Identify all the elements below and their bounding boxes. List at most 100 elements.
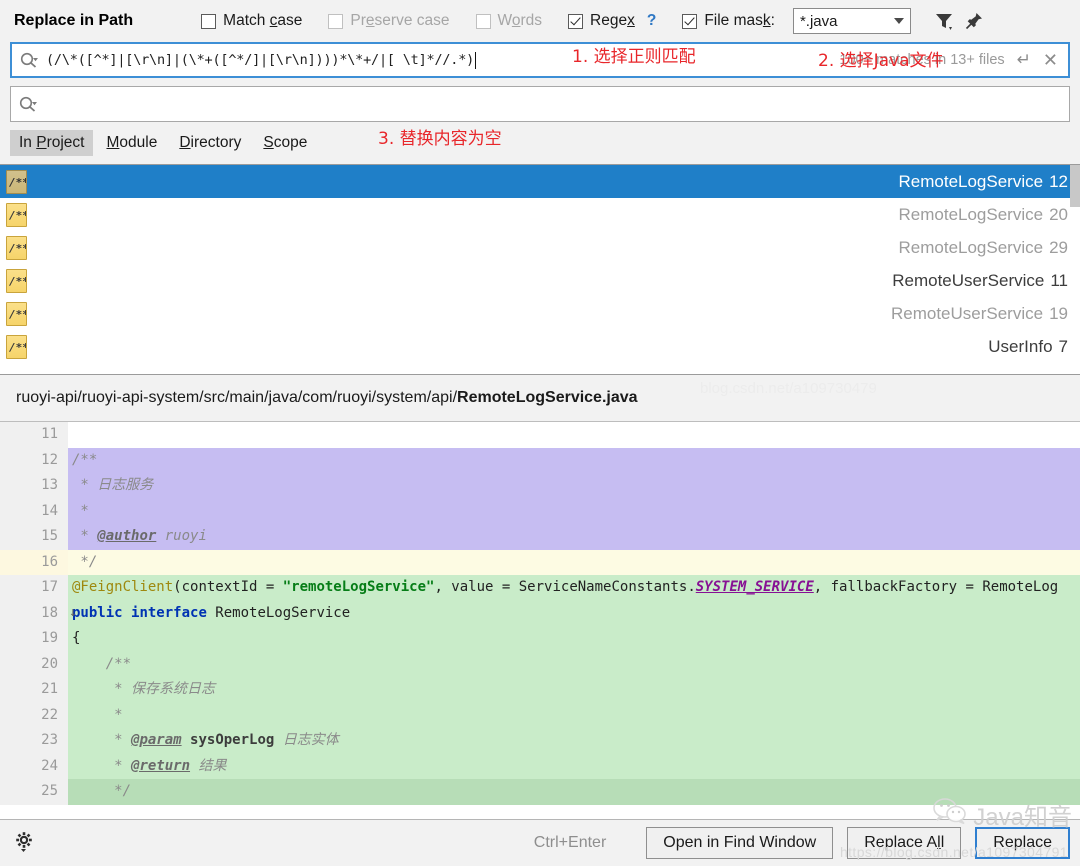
implemented-arrow-icon: ↓ xyxy=(69,604,77,620)
result-row[interactable]: /** RemoteLogService 29 xyxy=(0,231,1080,264)
match-count-label: 100+ matches in 13+ files xyxy=(839,52,1005,68)
field-spacer xyxy=(0,78,1080,86)
code-token: * xyxy=(72,528,98,544)
code-text: * 日志服务 xyxy=(68,473,1080,499)
tab-in-project[interactable]: In Project xyxy=(10,130,94,156)
result-file-name: RemoteUserService xyxy=(892,270,1045,290)
file-mask-select[interactable]: *.java xyxy=(792,8,911,34)
replace-in-path-dialog: Replace in Path Match case Preserve case… xyxy=(0,0,1080,866)
file-mask-value: *.java xyxy=(799,12,838,30)
open-in-find-window-button[interactable]: Open in Find Window xyxy=(646,827,834,859)
text-caret xyxy=(475,51,477,69)
regex-help-icon[interactable]: ? xyxy=(647,12,656,30)
search-input-value: (/\*([^*]|[\r\n]|(\*+([^*/]|[\r\n])))*\*… xyxy=(46,52,475,68)
result-row[interactable]: /** RemoteUserService 19 xyxy=(0,297,1080,330)
words-checkbox xyxy=(475,13,491,29)
search-icon[interactable] xyxy=(11,87,45,121)
result-row-meta: RemoteUserService 19 xyxy=(891,304,1072,324)
result-row-meta: RemoteUserService 11 xyxy=(892,271,1072,291)
result-row[interactable]: /** RemoteLogService 12 xyxy=(0,165,1080,198)
file-mask-checkbox[interactable] xyxy=(682,13,698,29)
code-preview[interactable]: 11 12/** 13 * 日志服务 14 * 15 * @author ruoyi 16… xyxy=(0,421,1080,819)
code-token: SYSTEM_SERVICE xyxy=(695,579,814,595)
preview-file-path: ruoyi-api/ruoyi-api-system/src/main/java… xyxy=(0,375,1080,421)
chevron-down-icon xyxy=(893,18,904,24)
line-number: 18 xyxy=(0,600,68,626)
code-text: { xyxy=(68,626,1080,652)
code-text: * @author ruoyi xyxy=(68,524,1080,550)
code-token: * xyxy=(72,502,89,519)
line-number: 23 xyxy=(0,728,68,754)
close-icon[interactable]: ✕ xyxy=(1043,50,1068,71)
enter-icon[interactable]: ↵ xyxy=(1011,50,1043,70)
search-field-wrap: (/\*([^*]|[\r\n]|(\*+([^*/]|[\r\n])))*\*… xyxy=(0,42,1080,78)
code-line: 21 * 保存系统日志 xyxy=(0,677,1080,703)
result-line-number: 7 xyxy=(1058,336,1068,356)
regex-label: Regex xyxy=(590,12,635,29)
match-case-checkbox[interactable] xyxy=(201,13,217,29)
code-token: */ xyxy=(72,553,98,570)
comment-block-icon: /** xyxy=(6,301,27,326)
code-line: 24 * @return 结果 xyxy=(0,753,1080,779)
gear-icon[interactable] xyxy=(14,830,44,856)
search-input[interactable]: (/\*([^*]|[\r\n]|(\*+([^*/]|[\r\n])))*\*… xyxy=(10,42,1070,78)
code-token: @author xyxy=(97,528,157,544)
code-text: * xyxy=(68,702,1080,728)
search-icon[interactable] xyxy=(12,44,46,76)
code-token: sysOperLog xyxy=(190,732,275,748)
tab-scope[interactable]: Scope xyxy=(254,130,316,156)
code-line: 18I↓public interface RemoteLogService xyxy=(0,600,1080,626)
result-line-number: 20 xyxy=(1049,204,1068,224)
result-row[interactable]: /** UserInfo 7 xyxy=(0,330,1080,363)
replace-all-button[interactable]: Replace All xyxy=(847,827,962,859)
tab-directory[interactable]: Directory xyxy=(170,130,250,156)
comment-block-icon: /** xyxy=(6,169,27,194)
option-regex[interactable]: Regex ? xyxy=(568,12,656,30)
result-row-meta: RemoteLogService 29 xyxy=(899,238,1073,258)
result-line-number: 29 xyxy=(1049,237,1068,257)
line-number: 15 xyxy=(0,524,68,550)
option-match-case[interactable]: Match case xyxy=(201,12,302,30)
replace-input[interactable] xyxy=(10,86,1070,122)
code-token: { xyxy=(72,630,81,646)
code-token: */ xyxy=(72,783,132,799)
code-text: * 保存系统日志 xyxy=(68,677,1080,703)
scope-tabs: In Project Module Directory Scope xyxy=(0,122,1080,164)
code-token: interface xyxy=(131,604,207,621)
dialog-header: Replace in Path Match case Preserve case… xyxy=(0,0,1080,42)
result-file-name: RemoteUserService xyxy=(890,303,1044,323)
filter-icon[interactable] xyxy=(929,6,959,36)
search-results-list[interactable]: /** RemoteLogService 12/** RemoteLogService… xyxy=(0,164,1080,375)
preserve-case-checkbox xyxy=(328,13,344,29)
path-prefix: ruoyi-api/ruoyi-api-system/src/main/java… xyxy=(16,389,458,406)
result-row[interactable]: /** RemoteUserService 11 xyxy=(0,264,1080,297)
regex-checkbox[interactable] xyxy=(568,13,584,29)
results-scrollbar[interactable] xyxy=(1070,165,1080,207)
result-file-name: RemoteLogService xyxy=(898,171,1044,191)
code-line: 23 * @param sysOperLog 日志实体 xyxy=(0,728,1080,754)
line-number: 24 xyxy=(0,753,68,779)
code-line: 16 */ xyxy=(0,549,1080,575)
result-file-name: RemoteLogService xyxy=(898,204,1044,224)
code-text: /** xyxy=(68,651,1080,677)
line-number: 16 xyxy=(0,549,68,575)
code-token: @param xyxy=(131,732,182,748)
line-number: 14 xyxy=(0,498,68,524)
line-number: 13 xyxy=(0,473,68,499)
words-label: Words xyxy=(497,12,543,29)
code-text: public interface RemoteLogService xyxy=(68,600,1080,626)
code-line: 19{ xyxy=(0,626,1080,652)
code-token: "remoteLogService" xyxy=(282,579,435,595)
line-number: 17 xyxy=(0,575,68,601)
tab-module[interactable]: Module xyxy=(97,130,166,156)
result-row[interactable]: /** RemoteLogService 20 xyxy=(0,198,1080,231)
code-line: 20 /** xyxy=(0,651,1080,677)
code-text: */ xyxy=(68,779,1080,805)
code-line: 17 @FeignClient(contextId = "remoteLogSer… xyxy=(0,575,1080,601)
option-file-mask[interactable]: File mask: xyxy=(682,12,775,30)
replace-button[interactable]: Replace xyxy=(975,827,1070,859)
pin-icon[interactable] xyxy=(959,6,989,36)
code-token: 结果 xyxy=(190,757,227,774)
